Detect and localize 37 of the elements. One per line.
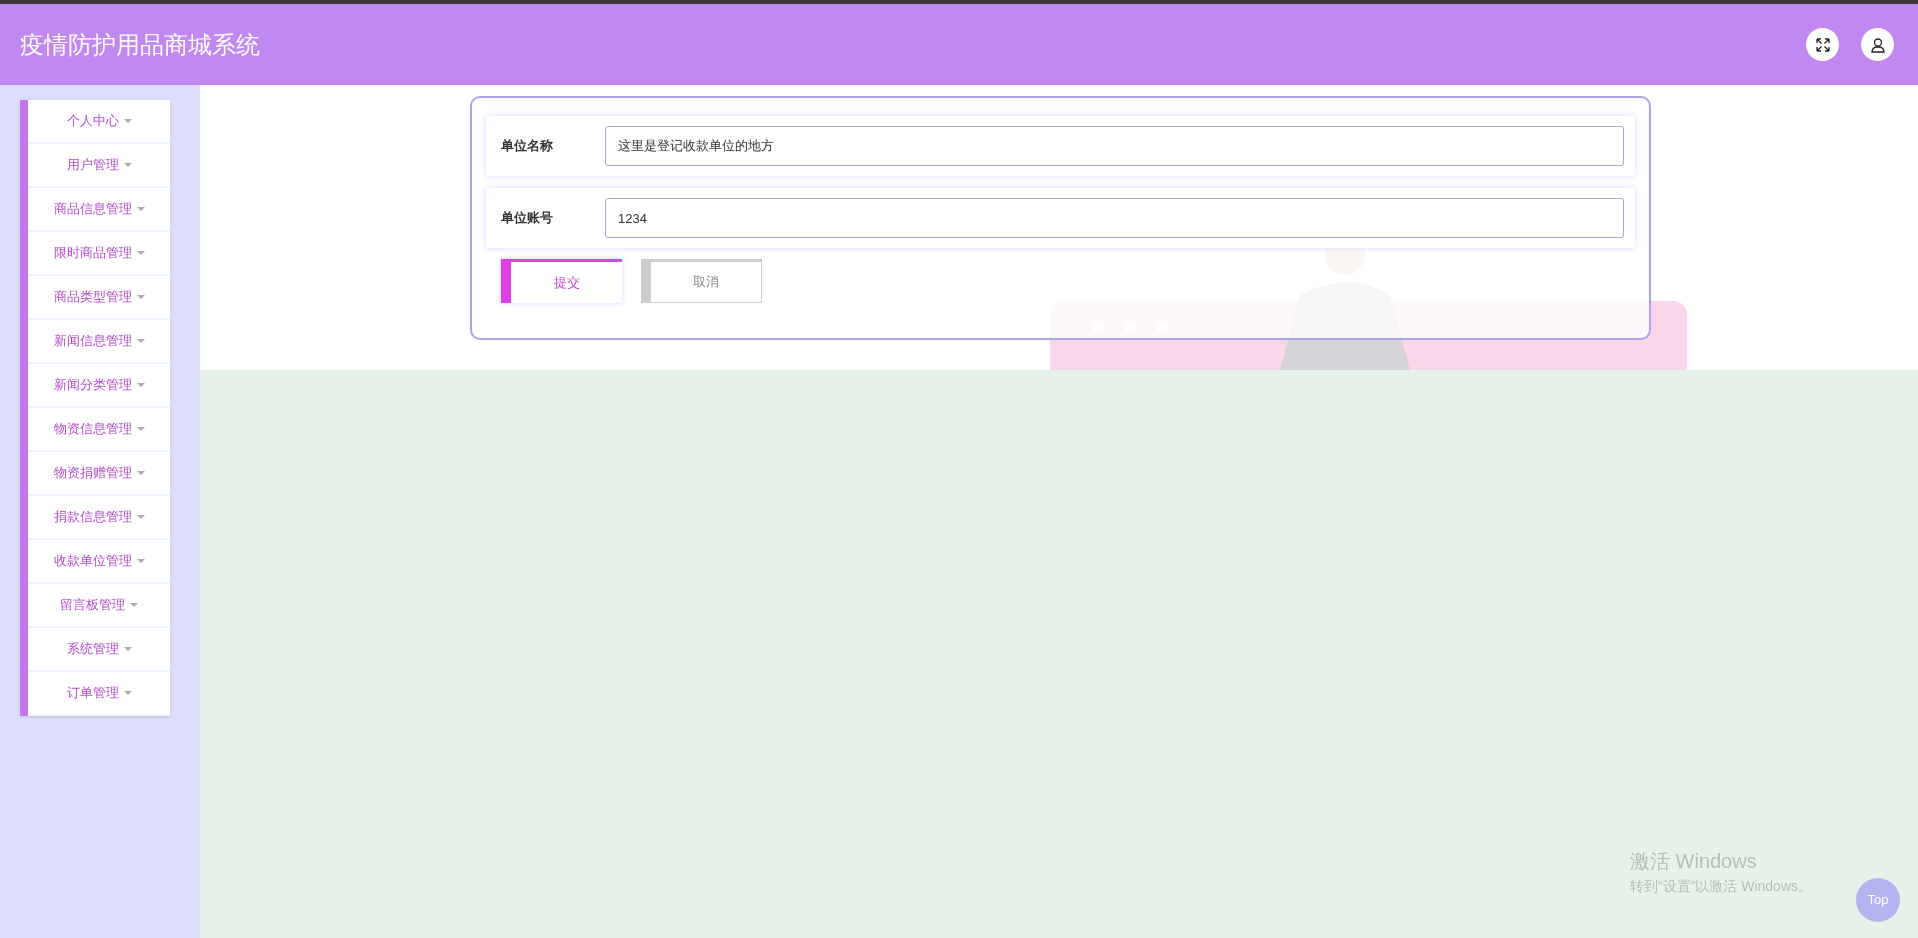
menu-item[interactable]: 新闻信息管理 bbox=[28, 320, 170, 364]
caret-icon bbox=[123, 646, 132, 652]
field-label: 单位名称 bbox=[501, 137, 554, 156]
menu-item[interactable]: 用户管理 bbox=[28, 144, 170, 188]
fullscreen-icon[interactable] bbox=[1806, 28, 1839, 61]
app-title: 疫情防护用品商城系统 bbox=[20, 29, 260, 60]
caret-icon bbox=[123, 162, 132, 168]
field-label: 单位账号 bbox=[501, 209, 554, 228]
caret-icon bbox=[130, 602, 138, 608]
menu-item[interactable]: 商品类型管理 bbox=[28, 276, 170, 320]
menu-item[interactable]: 商品信息管理 bbox=[28, 188, 170, 232]
cancel-button[interactable]: 取消 bbox=[641, 259, 762, 303]
caret-icon bbox=[136, 514, 145, 520]
menu-item[interactable]: 物资捐赠管理 bbox=[28, 452, 170, 496]
user-icon[interactable] bbox=[1861, 28, 1894, 61]
caret-icon bbox=[136, 294, 145, 300]
submit-button[interactable]: 提交 bbox=[501, 259, 622, 303]
menu-item[interactable]: 收款单位管理 bbox=[28, 540, 170, 584]
caret-icon bbox=[136, 470, 145, 476]
caret-icon bbox=[123, 118, 132, 124]
menu-item[interactable]: 新闻分类管理 bbox=[28, 364, 170, 408]
caret-icon bbox=[136, 338, 145, 344]
input-field[interactable]: 这里是登记收款单位的地方 bbox=[605, 126, 1624, 166]
menu-item[interactable]: 限时商品管理 bbox=[28, 232, 170, 276]
caret-icon bbox=[136, 250, 145, 256]
menu-item[interactable]: 订单管理 bbox=[28, 672, 170, 716]
caret-icon bbox=[136, 426, 145, 432]
caret-icon bbox=[136, 382, 145, 388]
menu-item[interactable]: 留言板管理 bbox=[28, 584, 170, 628]
input-field[interactable]: 1234 bbox=[605, 198, 1624, 238]
caret-icon bbox=[123, 690, 132, 696]
caret-icon bbox=[136, 558, 145, 564]
menu-item[interactable]: 个人中心 bbox=[28, 100, 170, 144]
menu-item[interactable]: 物资信息管理 bbox=[28, 408, 170, 452]
menu-item[interactable]: 系统管理 bbox=[28, 628, 170, 672]
caret-icon bbox=[136, 206, 145, 212]
menu-item[interactable]: 捐款信息管理 bbox=[28, 496, 170, 540]
